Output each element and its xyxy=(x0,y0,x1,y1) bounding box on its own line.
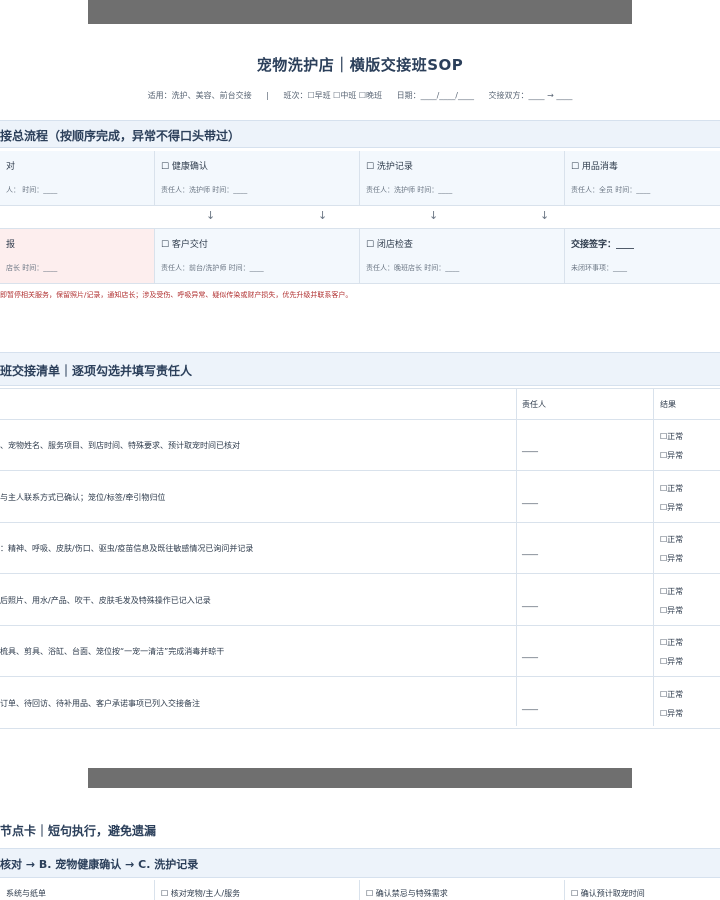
step-owner: 店长 时间：____ xyxy=(6,264,58,272)
escalation-warning: 即暂停相关服务，保留照片/记录，通知店长；涉及受伤、呼吸异常、疑似传染或财产损失… xyxy=(0,291,353,299)
page-gap xyxy=(0,768,720,796)
signoff-label: 交接签字：____ xyxy=(571,240,635,250)
checklist-header: 责任人 结果 xyxy=(0,388,720,420)
item-description: ：精神、呼吸、皮肤/伤口、驱虫/疫苗信息及既往敏感情况已询问并记录 xyxy=(0,544,254,553)
parties-text: 交接双方：____ → ____ xyxy=(488,91,573,100)
arrow-down-icon: ↓ xyxy=(318,209,328,222)
flow-row-2: 报店长 时间：____ ☐ 客户交付责任人：前台/洗护师 时间：____ ☐ 闭… xyxy=(0,228,720,284)
owner-blank[interactable]: ____ xyxy=(522,598,538,607)
item-description: 后照片、用水/产品、吹干、皮肤毛发及特殊操作已记入记录 xyxy=(0,595,211,605)
flow-step-3[interactable]: ☐ 洗护记录责任人：洗护师 时间：____ xyxy=(360,151,565,205)
date-text: 日期：____/____/____ xyxy=(396,91,474,100)
step-owner: 责任人：前台/洗护师 时间：____ xyxy=(161,264,264,272)
viewer-gutter xyxy=(88,0,632,24)
checklist-section-title: 班交接清单｜逐项勾选并填写责任人 xyxy=(0,352,720,386)
step-label: 对 xyxy=(6,162,16,172)
flow-step-report: 报店长 时间：____ xyxy=(0,229,155,283)
node-cell[interactable]: ☐ 确认预计取宠时间 xyxy=(565,880,720,900)
flow-step-closing[interactable]: ☐ 闭店检查责任人：晚班店长 时间：____ xyxy=(360,229,565,283)
step-label: ☐ 闭店检查 xyxy=(366,240,413,250)
flow-step-2[interactable]: ☐ 健康确认责任人：洗护师 时间：____ xyxy=(155,151,360,205)
node-cell[interactable]: ☐ 确认禁忌与特殊需求 xyxy=(360,880,565,900)
flow-step-4[interactable]: ☐ 用品消毒责任人：全员 时间：____ xyxy=(565,151,720,205)
flow-step-delivery[interactable]: ☐ 客户交付责任人：前台/洗护师 时间：____ xyxy=(155,229,360,283)
step-label: ☐ 健康确认 xyxy=(161,162,208,172)
node-cell: 系统与纸单 xyxy=(0,880,155,900)
document-page-2: 节点卡｜短句执行，避免遗漏 核对 → B. 宠物健康确认 → C. 洗护记录 系… xyxy=(0,796,720,900)
item-description: 订单、待回访、待补用品、客户承诺事项已列入交接备注 xyxy=(0,698,200,708)
item-description: 梳具、剪具、浴缸、台面、笼位按“一宠一清洁”完成消毒并晾干 xyxy=(0,647,225,656)
node-card-title: 节点卡｜短句执行，避免遗漏 xyxy=(0,824,157,838)
checklist-row: ：精神、呼吸、皮肤/伤口、驱虫/疫苗信息及既往敏感情况已询问并记录 ____ ☐正常… xyxy=(0,522,720,574)
result-column-header: 结果 xyxy=(660,400,676,409)
document-page-1: 宠物洗护店｜横版交接班SOP 适用：洗护、美容、前台交接 | 班次：☐早班 ☐中… xyxy=(0,24,720,768)
owner-blank[interactable]: ____ xyxy=(522,649,538,658)
viewer-top-strip xyxy=(0,0,720,24)
node-cell[interactable]: ☐ 核对宠物/主人/服务 xyxy=(155,880,360,900)
step-owner: 责任人：洗护师 时间：____ xyxy=(161,186,248,194)
arrow-down-icon: ↓ xyxy=(206,209,216,222)
step-label: 报 xyxy=(6,240,16,250)
owner-blank[interactable]: ____ xyxy=(522,546,538,555)
step-owner: 人： 时间：____ xyxy=(6,186,58,194)
meta-separator: | xyxy=(266,91,269,100)
arrow-down-icon: ↓ xyxy=(540,209,550,222)
normal-checkbox[interactable]: ☐正常 xyxy=(660,689,683,700)
normal-checkbox[interactable]: ☐正常 xyxy=(660,637,683,648)
document-title: 宠物洗护店｜横版交接班SOP xyxy=(256,56,464,74)
flow-step-1: 对人： 时间：____ xyxy=(0,151,155,205)
viewer-gutter xyxy=(88,768,632,788)
abnormal-checkbox[interactable]: ☐异常 xyxy=(660,450,683,461)
step-label: ☐ 用品消毒 xyxy=(571,162,618,172)
node-flow-bar: 核对 → B. 宠物健康确认 → C. 洗护记录 xyxy=(0,848,720,878)
item-description: 与主人联系方式已确认；笼位/标签/牵引物归位 xyxy=(0,492,166,502)
step-owner: 责任人：洗护师 时间：____ xyxy=(366,186,453,194)
normal-checkbox[interactable]: ☐正常 xyxy=(660,431,683,442)
owner-column-header: 责任人 xyxy=(522,400,546,409)
step-owner: 责任人：全员 时间：____ xyxy=(571,186,651,194)
flow-arrows: ↓ ↓ ↓ ↓ xyxy=(0,206,720,228)
abnormal-checkbox[interactable]: ☐异常 xyxy=(660,708,683,719)
owner-blank[interactable]: ____ xyxy=(522,701,538,710)
abnormal-checkbox[interactable]: ☐异常 xyxy=(660,656,683,667)
flow-row-1: 对人： 时间：____ ☐ 健康确认责任人：洗护师 时间：____ ☐ 洗护记录… xyxy=(0,151,720,206)
item-description: 、宠物姓名、服务项目、到店时间、特殊要求、预计取宠时间已核对 xyxy=(0,441,240,450)
checklist-row: 与主人联系方式已确认；笼位/标签/牵引物归位 ____ ☐正常 ☐异常 xyxy=(0,471,720,523)
checklist-row: 后照片、用水/产品、吹干、皮肤毛发及特殊操作已记入记录 ____ ☐正常 ☐异常 xyxy=(0,574,720,626)
step-owner: 责任人：晚班店长 时间：____ xyxy=(366,264,460,272)
flow-signoff[interactable]: 交接签字：____ 未闭环事项：____ xyxy=(565,229,720,283)
checklist-row: 、宠物姓名、服务项目、到店时间、特殊要求、预计取宠时间已核对 ____ ☐正常 ☐异常 xyxy=(0,419,720,471)
abnormal-checkbox[interactable]: ☐异常 xyxy=(660,502,683,513)
normal-checkbox[interactable]: ☐正常 xyxy=(660,483,683,494)
node-row: 系统与纸单 ☐ 核对宠物/主人/服务 ☐ 确认禁忌与特殊需求 ☐ 确认预计取宠时… xyxy=(0,880,720,900)
normal-checkbox[interactable]: ☐正常 xyxy=(660,534,683,545)
checklist-row: 订单、待回访、待补用品、客户承诺事项已列入交接备注 ____ ☐正常 ☐异常 xyxy=(0,677,720,729)
normal-checkbox[interactable]: ☐正常 xyxy=(660,586,683,597)
abnormal-checkbox[interactable]: ☐异常 xyxy=(660,553,683,564)
step-label: ☐ 洗护记录 xyxy=(366,162,413,172)
step-label: ☐ 客户交付 xyxy=(161,240,208,250)
flow-section-title: 接总流程（按顺序完成，异常不得口头带过） xyxy=(0,120,720,148)
checklist-row: 梳具、剪具、浴缸、台面、笼位按“一宠一清洁”完成消毒并晾干 ____ ☐正常 ☐异常 xyxy=(0,625,720,677)
owner-blank[interactable]: ____ xyxy=(522,443,538,452)
shift-text: 班次：☐早班 ☐中班 ☐晚班 xyxy=(283,91,383,100)
arrow-down-icon: ↓ xyxy=(429,209,439,222)
open-items: 未闭环事项：____ xyxy=(571,264,627,272)
document-meta: 适用：洗护、美容、前台交接 | 班次：☐早班 ☐中班 ☐晚班 日期：____/_… xyxy=(0,90,720,101)
abnormal-checkbox[interactable]: ☐异常 xyxy=(660,605,683,616)
applies-text: 适用：洗护、美容、前台交接 xyxy=(147,91,252,100)
owner-blank[interactable]: ____ xyxy=(522,495,538,504)
